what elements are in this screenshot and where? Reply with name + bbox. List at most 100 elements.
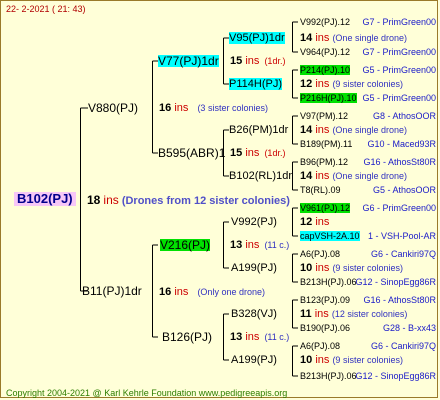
leaf-label[interactable]: P214(PJ).10 [300, 65, 351, 75]
leaf-row: V961(PJ).12 G6 - PrimGreen00 [300, 202, 436, 214]
gen3-node-6[interactable]: A199(PJ) [231, 262, 277, 274]
leaf-code: G28 - B-xx43 [382, 323, 436, 333]
gen1-note-1: (3 sister colonies) [197, 103, 268, 113]
leaf-row: P214(PJ).10 G5 - PrimGreen00 [300, 64, 436, 76]
leaf-label[interactable]: B213H(PJ).06 [300, 277, 357, 287]
gen2-ins-3: 13 ins (11 c.) [230, 239, 289, 251]
gen3-ins-6: 10 ins (9 sister colonies) [300, 262, 403, 274]
leaf-row: V992(PJ).12 G7 - PrimGreen00 [300, 16, 436, 28]
gen1-ins-unit-2: ins [174, 286, 189, 298]
leaf-label[interactable]: B190(PJ).06 [300, 323, 350, 333]
gen2-note-4: (11 c.) [264, 332, 290, 342]
root-ins-value: 18 [87, 193, 101, 207]
leaf-label[interactable]: B213H(PJ).06 [300, 371, 357, 381]
leaf-row: B123(PJ).09 G16 - AthosSt80R [300, 294, 436, 306]
root-queen[interactable]: B102(PJ) [14, 192, 76, 206]
gen3-note-4: (One single drone) [332, 171, 407, 181]
gen3-note-1: (One single drone) [332, 33, 407, 43]
leaf-code: G8 - AthosOOR [372, 111, 436, 121]
leaf-label[interactable]: A6(PJ).08 [300, 249, 340, 259]
leaf-row: T8(RL).09 G5 - AthosOOR [300, 184, 436, 196]
gen2-ins-value-4: 13 [230, 331, 243, 343]
leaf-code: G7 - PrimGreen00 [362, 47, 436, 57]
gen2-ins-value-1: 15 [230, 55, 243, 67]
leaf-row: B213H(PJ).06 G12 - SinopEgg86R [300, 370, 436, 382]
gen3-ins-unit-2: ins [315, 78, 330, 90]
leaf-row: V97(PM).12 G8 - AthosOOR [300, 110, 436, 122]
gen1-note-2: (Only one drone) [197, 287, 265, 297]
leaf-row: B190(PJ).06 G28 - B-xx43 [300, 322, 436, 334]
gen3-node-1[interactable]: V95(PJ)1dr [229, 32, 285, 44]
leaf-label[interactable]: V961(PJ).12 [300, 203, 351, 213]
gen1-ins-value-1: 16 [159, 102, 172, 114]
leaf-row: capVSH-2A.10 1 - VSH-Pool-AR [300, 230, 436, 242]
leaf-code: G5 - PrimGreen00 [362, 93, 436, 103]
gen3-ins-5: 12 ins [300, 216, 329, 228]
leaf-code: G6 - PrimGreen00 [362, 203, 436, 213]
leaf-label[interactable]: P216H(PJ).10 [300, 93, 357, 103]
leaf-code: G7 - PrimGreen00 [362, 17, 436, 27]
gen1-node-2[interactable]: B11(PJ)1dr [82, 285, 142, 297]
leaf-code: G16 - AthosSt80R [363, 157, 436, 167]
leaf-code: G5 - PrimGreen00 [362, 65, 436, 75]
gen3-node-8[interactable]: A199(PJ) [231, 354, 277, 366]
gen3-ins-unit-6: ins [315, 262, 330, 274]
gen2-ins-value-3: 13 [230, 239, 243, 251]
gen3-ins-unit-7: ins [314, 308, 329, 320]
leaf-code: G12 - SinopEgg86R [355, 277, 436, 287]
leaf-label[interactable]: V964(PJ).12 [300, 47, 350, 57]
leaf-label[interactable]: capVSH-2A.10 [300, 231, 360, 241]
gen3-note-3: (One single drone) [332, 125, 407, 135]
gen1-ins-unit-1: ins [174, 102, 189, 114]
leaf-row: B189(PM).11 G10 - Maced93R [300, 138, 436, 150]
gen2-ins-unit-2: ins [245, 147, 260, 159]
gen3-ins-value-1: 14 [300, 32, 313, 44]
leaf-code: G5 - AthosOOR [372, 185, 436, 195]
leaf-label[interactable]: V992(PJ).12 [300, 17, 350, 27]
gen3-ins-7: 11 ins (12 sister colonies) [300, 308, 407, 320]
leaf-label[interactable]: B96(PM).12 [300, 157, 348, 167]
gen2-note-1: (1dr.) [264, 56, 286, 66]
leaf-code: G16 - AthosSt80R [363, 295, 436, 305]
gen3-note-7: (12 sister colonies) [331, 309, 408, 319]
gen2-ins-unit-1: ins [245, 55, 260, 67]
gen2-node-3[interactable]: V216(PJ) [160, 239, 211, 251]
leaf-label[interactable]: B189(PM).11 [300, 139, 352, 149]
gen2-note-2: (1dr.) [264, 148, 286, 158]
gen3-ins-4: 14 ins (One single drone) [300, 170, 407, 182]
leaf-code: G10 - Maced93R [367, 139, 436, 149]
leaf-code: G12 - SinopEgg86R [355, 371, 436, 381]
gen3-ins-unit-5: ins [315, 216, 330, 228]
gen3-node-3[interactable]: B26(PM)1dr [229, 124, 288, 136]
gen1-node-1[interactable]: V880(PJ) [88, 102, 138, 114]
gen2-ins-unit-4: ins [245, 331, 260, 343]
gen2-ins-4: 13 ins (11 c.) [230, 331, 289, 343]
leaf-label[interactable]: A6(PJ).08 [300, 341, 340, 351]
leaf-label[interactable]: V97(PM).12 [300, 111, 348, 121]
gen3-node-2[interactable]: P114H(PJ) [229, 78, 282, 90]
leaf-row: B96(PM).12 G16 - AthosSt80R [300, 156, 436, 168]
gen2-node-2[interactable]: B595(ABR)1 [158, 147, 225, 159]
gen3-ins-unit-8: ins [315, 354, 330, 366]
leaf-row: P216H(PJ).10 G5 - PrimGreen00 [300, 92, 436, 104]
gen3-ins-unit-4: ins [315, 170, 330, 182]
gen3-note-8: (9 sister colonies) [332, 355, 403, 365]
gen3-ins-value-5: 12 [300, 216, 313, 228]
gen2-ins-2: 15 ins (1dr.) [230, 147, 285, 159]
gen3-node-5[interactable]: V992(PJ) [231, 216, 277, 228]
leaf-label[interactable]: B123(PJ).09 [300, 295, 350, 305]
gen3-ins-2: 12 ins (9 sister colonies) [300, 78, 403, 90]
gen1-ins-1: 16 ins (3 sister colonies) [159, 102, 268, 114]
gen3-ins-value-4: 14 [300, 170, 313, 182]
leaf-label[interactable]: T8(RL).09 [300, 185, 341, 195]
gen2-ins-value-2: 15 [230, 147, 243, 159]
gen2-node-4[interactable]: B126(PJ) [162, 331, 212, 343]
gen3-node-7[interactable]: B328(VJ) [231, 308, 277, 320]
root-note: (Drones from 12 sister colonies) [121, 195, 290, 207]
gen2-node-1[interactable]: V77(PJ)1dr [158, 55, 219, 67]
gen1-ins-value-2: 16 [159, 286, 172, 298]
gen3-ins-value-7: 11 [300, 308, 312, 320]
leaf-row: A6(PJ).08 G6 - Cankiri97Q [300, 340, 436, 352]
root-inbreeding: 18 ins (Drones from 12 sister colonies) [87, 194, 290, 207]
gen3-node-4[interactable]: B102(RL)1dr [229, 170, 292, 182]
